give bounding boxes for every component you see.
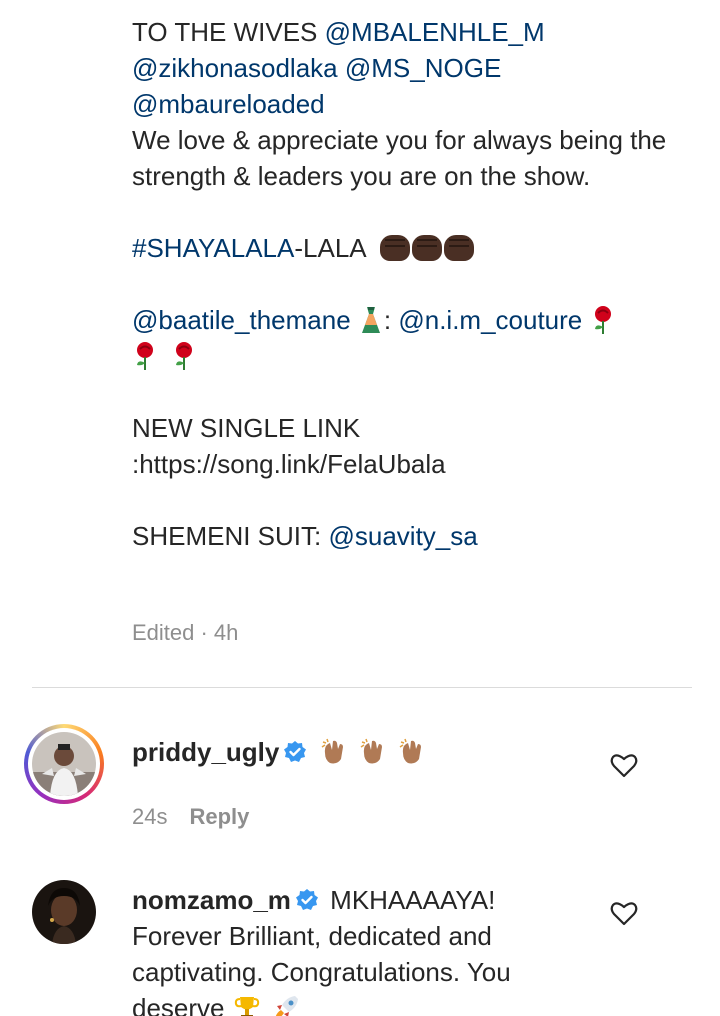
like-heart-icon[interactable] <box>610 752 638 778</box>
single-link[interactable]: :https://song.link/FelaUbala <box>132 446 692 482</box>
single-label: NEW SINGLE LINK <box>132 413 361 443</box>
mention-ms-noge[interactable]: @MS_NOGE <box>345 53 501 83</box>
comment-body: priddy_ugly <box>132 734 592 770</box>
colon: : <box>383 305 399 335</box>
like-heart-icon[interactable] <box>610 900 638 926</box>
rose-emoji-icon <box>594 306 611 334</box>
avatar-story-ring[interactable] <box>24 724 104 804</box>
comment-time: 24s <box>132 804 168 829</box>
clapping-hands-icon <box>319 737 429 767</box>
verified-badge-icon <box>295 889 318 910</box>
hashtag-suffix: -LALA <box>294 233 366 263</box>
caption-prefix: TO THE WIVES <box>132 17 325 47</box>
caption-text: We love & appreciate you for always bein… <box>132 125 667 191</box>
rose-emoji-icon <box>176 342 193 370</box>
comment-body: nomzamo_m MKHAAAAYA! Forever Brilliant, … <box>132 882 572 1016</box>
comment-username[interactable]: priddy_ugly <box>132 737 279 767</box>
mention-nim-couture[interactable]: @n.i.m_couture <box>398 305 582 335</box>
reply-button[interactable]: Reply <box>189 804 249 829</box>
verified-badge-icon <box>284 741 307 762</box>
rocket-icon <box>275 996 298 1016</box>
divider <box>32 687 692 688</box>
hashtag-shayalala[interactable]: #SHAYALALA <box>132 233 294 263</box>
mention-suavity[interactable]: @suavity_sa <box>328 521 477 551</box>
mention-baatile[interactable]: @baatile_themane <box>132 305 351 335</box>
comment-text-rest: Forever Brilliant, dedicated and captiva… <box>132 921 511 1016</box>
trophy-icon <box>234 997 259 1016</box>
mention-mbalenhle[interactable]: @MBALENHLE_M <box>325 17 545 47</box>
suit-label: SHEMENI SUIT: <box>132 521 329 551</box>
dress-emoji-icon <box>361 307 380 333</box>
fist-emoji-icon <box>380 233 476 263</box>
comment-text-first: MKHAAAAYA! <box>330 885 496 915</box>
rose-emoji-icon <box>137 342 153 370</box>
avatar[interactable] <box>32 880 96 944</box>
post-meta: Edited · 4h <box>132 620 239 645</box>
avatar <box>32 732 96 796</box>
comment-username[interactable]: nomzamo_m <box>132 885 291 915</box>
mention-zikhona[interactable]: @zikhonasodlaka <box>132 53 338 83</box>
post-caption: TO THE WIVES @MBALENHLE_M @zikhonasodlak… <box>132 14 692 554</box>
mention-mbau[interactable]: @mbaureloaded <box>132 89 325 119</box>
comment-meta: 24s Reply <box>132 804 249 830</box>
